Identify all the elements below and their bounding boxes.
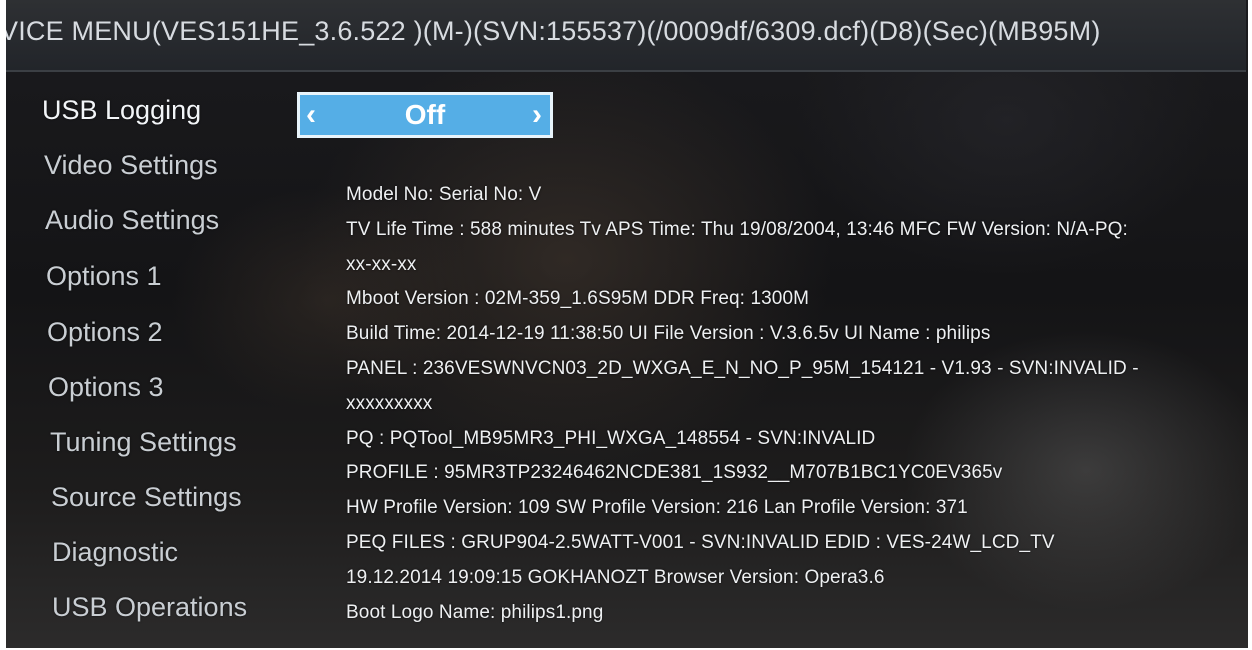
- info-build-date-browser: 19.12.2014 19:09:15 GOKHANOZT Browser Ve…: [346, 566, 885, 588]
- usb-logging-value-selector[interactable]: ‹ Off ›: [297, 92, 553, 138]
- info-panel: PANEL : 236VESWNVCN03_2D_WXGA_E_N_NO_P_9…: [346, 357, 1139, 379]
- info-pq: PQ : PQTool_MB95MR3_PHI_WXGA_148554 - SV…: [346, 427, 876, 449]
- usb-logging-value: Off: [404, 99, 446, 130]
- menu-item-options-2[interactable]: Options 2: [47, 310, 163, 354]
- chevron-right-icon[interactable]: ›: [532, 95, 542, 135]
- info-life-time: TV Life Time : 588 minutes Tv APS Time: …: [346, 218, 1128, 240]
- menu-item-usb-operations[interactable]: USB Operations: [52, 585, 247, 629]
- menu-item-diagnostic[interactable]: Diagnostic: [52, 530, 178, 574]
- info-life-time-cont: xx-xx-xx: [346, 253, 417, 275]
- info-build-time: Build Time: 2014-12-19 11:38:50 UI File …: [346, 323, 991, 345]
- menu-item-audio-settings[interactable]: Audio Settings: [45, 198, 219, 242]
- info-boot-logo: Boot Logo Name: philips1.png: [346, 601, 604, 623]
- info-profile-versions: HW Profile Version: 109 SW Profile Versi…: [346, 497, 968, 519]
- menu-item-options-1[interactable]: Options 1: [46, 254, 162, 298]
- menu-item-video-settings[interactable]: Video Settings: [44, 143, 218, 187]
- info-model-serial: Model No: Serial No: V: [346, 184, 542, 205]
- info-peq-files: PEQ FILES : GRUP904-2.5WATT-V001 - SVN:I…: [346, 531, 1055, 553]
- info-panel-cont: xxxxxxxxx: [346, 392, 433, 414]
- menu-item-source-settings[interactable]: Source Settings: [51, 475, 242, 519]
- info-profile: PROFILE : 95MR3TP23246462NCDE381_1S932__…: [346, 462, 1003, 484]
- menu-item-tuning-settings[interactable]: Tuning Settings: [50, 420, 237, 464]
- info-mboot-version: Mboot Version : 02M-359_1.6S95M DDR Freq…: [346, 288, 810, 310]
- system-info-panel: Model No: Serial No: V TV Life Time : 58…: [346, 178, 1226, 630]
- menu-item-usb-logging[interactable]: USB Logging: [42, 88, 201, 132]
- header-title: VICE MENU(VES151HE_3.6.522 )(M-)(SVN:155…: [6, 16, 1101, 46]
- service-menu-header: VICE MENU(VES151HE_3.6.522 )(M-)(SVN:155…: [6, 0, 1246, 72]
- menu-item-options-3[interactable]: Options 3: [48, 365, 164, 409]
- tv-screen: VICE MENU(VES151HE_3.6.522 )(M-)(SVN:155…: [6, 0, 1248, 648]
